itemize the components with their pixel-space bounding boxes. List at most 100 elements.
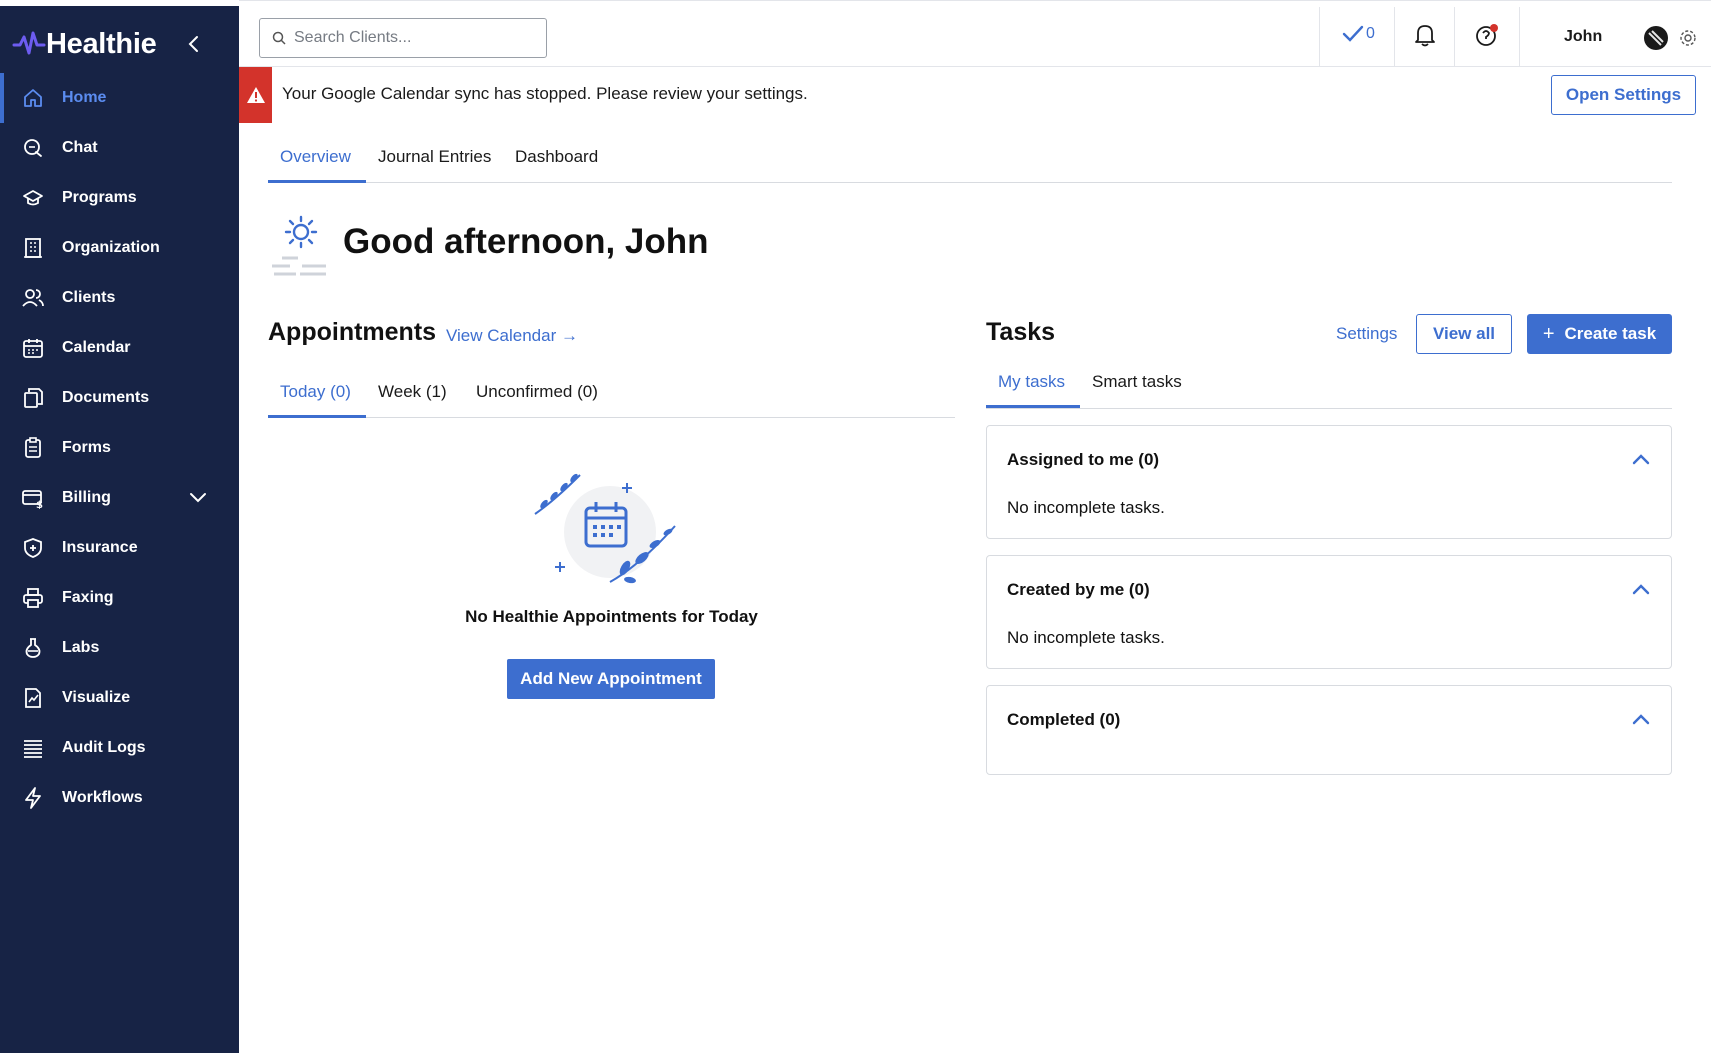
collapse-sidebar-icon[interactable] [184,30,204,58]
open-settings-button[interactable]: Open Settings [1551,75,1696,115]
building-icon [22,237,44,259]
chart-document-icon [22,687,44,709]
task-group-created: Created by me (0) No incomplete tasks. [986,555,1672,669]
tab-journal-entries[interactable]: Journal Entries [366,135,503,183]
sidebar-item-billing[interactable]: $ Billing [0,473,239,523]
task-group-title: Created by me (0) [1007,580,1150,599]
sidebar-item-calendar[interactable]: Calendar [0,323,239,373]
sidebar-item-label: Forms [62,439,111,456]
chat-icon [22,137,44,159]
sidebar-item-label: Billing [62,489,111,506]
create-task-button[interactable]: + Create task [1527,314,1672,354]
tab-dashboard[interactable]: Dashboard [503,135,610,183]
brand-name: Healthie [46,27,157,60]
divider [1454,7,1455,67]
tab-week[interactable]: Week (1) [366,374,459,418]
appointments-title: Appointments [268,318,437,346]
top-bar: 0 John [239,0,1711,67]
add-new-appointment-button[interactable]: Add New Appointment [507,659,715,699]
sidebar-item-label: Labs [62,639,100,656]
clipboard-icon [22,437,44,459]
empty-appointments-text: No Healthie Appointments for Today [465,607,758,626]
shield-plus-icon [22,537,44,559]
help-button[interactable] [1475,23,1499,47]
main-tabs: Overview Journal Entries Dashboard [268,135,1672,183]
sidebar-item-forms[interactable]: Forms [0,423,239,473]
tab-smart-tasks[interactable]: Smart tasks [1080,364,1194,408]
alert-message: Your Google Calendar sync has stopped. P… [282,84,808,103]
tasks-count: 0 [1366,25,1375,42]
view-calendar-link[interactable]: View Calendar → [446,326,578,346]
sidebar-item-label: Visualize [62,689,131,706]
chevron-down-icon[interactable] [188,489,208,507]
healthie-logo-icon [12,31,46,55]
sidebar-item-label: Calendar [62,339,131,356]
tab-my-tasks[interactable]: My tasks [986,364,1080,408]
notifications-button[interactable] [1414,23,1436,47]
list-lines-icon [22,737,44,759]
task-group-empty-text: No incomplete tasks. [1007,628,1165,647]
sidebar-item-workflows[interactable]: Workflows [0,773,239,823]
avatar[interactable] [1644,26,1668,50]
svg-text:$: $ [36,500,43,509]
chevron-up-icon[interactable] [1631,712,1651,726]
user-name[interactable]: John [1564,28,1602,46]
task-group-empty-text: No incomplete tasks. [1007,498,1165,517]
greeting-heading: Good afternoon, John [343,222,709,261]
lightning-icon [22,787,44,809]
tasks-settings-link[interactable]: Settings [1336,324,1397,344]
sidebar-item-label: Audit Logs [62,739,146,756]
sidebar-item-clients[interactable]: Clients [0,273,239,323]
sidebar-item-label: Organization [62,239,160,256]
sidebar-item-labs[interactable]: Labs [0,623,239,673]
sidebar-item-label: Documents [62,389,150,406]
documents-icon [22,387,44,409]
calendar-sync-alert: Your Google Calendar sync has stopped. P… [239,67,1711,123]
tasks-title: Tasks [986,318,1056,346]
sidebar-item-label: Workflows [62,789,143,806]
gear-icon[interactable] [1679,29,1697,47]
divider [1394,7,1395,67]
sidebar-nav: Home Chat Programs Organization Clients … [0,73,239,823]
search-box[interactable] [259,18,547,58]
sidebar-item-documents[interactable]: Documents [0,373,239,423]
sidebar-item-label: Home [62,89,107,106]
sidebar-item-chat[interactable]: Chat [0,123,239,173]
tab-overview[interactable]: Overview [268,135,366,183]
sidebar-item-label: Chat [62,139,98,156]
view-all-tasks-button[interactable]: View all [1416,314,1512,354]
task-group-title: Completed (0) [1007,710,1121,729]
sidebar-item-audit-logs[interactable]: Audit Logs [0,723,239,773]
sidebar-item-label: Insurance [62,539,138,556]
empty-calendar-illustration [534,473,676,584]
chevron-up-icon[interactable] [1631,582,1651,596]
sidebar-item-programs[interactable]: Programs [0,173,239,223]
sidebar-item-organization[interactable]: Organization [0,223,239,273]
create-task-label: Create task [1564,324,1657,343]
bell-icon [1415,25,1435,47]
graduation-cap-icon [22,187,44,209]
flask-icon [22,637,44,659]
users-icon [22,287,44,309]
sidebar-item-home[interactable]: Home [0,73,239,123]
search-input[interactable] [294,29,534,47]
sidebar-item-faxing[interactable]: Faxing [0,573,239,623]
search-icon [272,31,286,45]
tab-unconfirmed[interactable]: Unconfirmed (0) [464,374,610,418]
tab-today[interactable]: Today (0) [268,374,366,418]
checkmark-icon [1342,25,1364,42]
chevron-up-icon[interactable] [1631,452,1651,466]
tasks-counter-button[interactable]: 0 [1342,25,1375,43]
sidebar-item-insurance[interactable]: Insurance [0,523,239,573]
sidebar-item-visualize[interactable]: Visualize [0,673,239,723]
healthie-logo[interactable]: Healthie [12,24,157,64]
home-icon [22,87,44,109]
warning-icon [239,67,272,123]
appointments-tabs: Today (0) Week (1) Unconfirmed (0) [268,374,955,418]
divider [1519,7,1520,67]
divider [1319,7,1320,67]
sidebar-item-label: Programs [62,189,137,206]
plus-icon: + [1542,322,1555,345]
task-group-completed: Completed (0) [986,685,1672,775]
sidebar-item-label: Faxing [62,589,114,606]
